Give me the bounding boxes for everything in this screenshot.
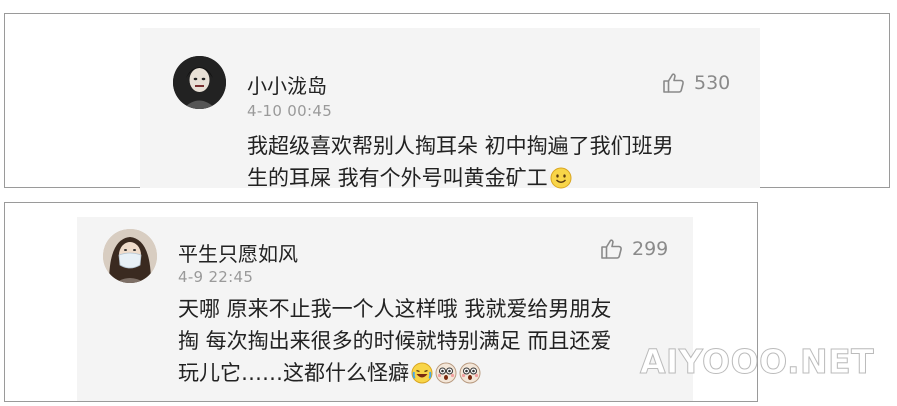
- like-button[interactable]: 299: [600, 237, 668, 261]
- comment-line-text: 玩儿它……这都什么怪癖: [178, 361, 409, 385]
- shocked-face-emoji: [459, 361, 481, 393]
- laugh-cry-emoji: [411, 361, 433, 393]
- comment-text: 我超级喜欢帮别人掏耳朵 初中掏遍了我们班男 生的耳屎 我有个外号叫黄金矿工: [247, 130, 674, 198]
- comment-line: 天哪 原来不止我一个人这样哦 我就爱给男朋友: [178, 297, 612, 321]
- like-count: 299: [632, 238, 669, 260]
- shocked-face-emoji: [435, 361, 457, 393]
- comment-card-1: 小小泷岛 4-10 00:45 530 我超级喜欢帮别人掏耳朵 初中掏遍了我们班…: [140, 28, 760, 190]
- watermark: AIYOOO.NET: [639, 342, 875, 382]
- username[interactable]: 平生只愿如风: [178, 238, 298, 267]
- timestamp: 4-9 22:45: [178, 268, 254, 286]
- comment-line-with-emoji: 玩儿它……这都什么怪癖: [178, 357, 611, 393]
- smile-emoji: [550, 166, 572, 198]
- avatar[interactable]: [103, 229, 157, 283]
- like-button[interactable]: 530: [662, 71, 730, 95]
- thumb-up-icon: [601, 239, 622, 259]
- comment-line-text: 生的耳屎 我有个外号叫黄金矿工: [247, 166, 548, 190]
- comment-line: 我超级喜欢帮别人掏耳朵 初中掏遍了我们班男: [247, 134, 674, 158]
- like-count: 530: [694, 72, 731, 94]
- comment-text: 天哪 原来不止我一个人这样哦 我就爱给男朋友 掏 每次掏出来很多的时候就特别满足…: [178, 293, 611, 393]
- comment-line-with-emoji: 生的耳屎 我有个外号叫黄金矿工: [247, 162, 674, 198]
- comment-frame-1: 小小泷岛 4-10 00:45 530 我超级喜欢帮别人掏耳朵 初中掏遍了我们班…: [4, 13, 890, 190]
- timestamp: 4-10 00:45: [247, 102, 333, 120]
- username[interactable]: 小小泷岛: [247, 70, 327, 99]
- comment-card-2: 平生只愿如风 4-9 22:45 299 天哪 原来不止我一个人这样哦 我就爱给…: [77, 217, 693, 401]
- avatar[interactable]: [173, 56, 226, 109]
- comment-line: 掏 每次掏出来很多的时候就特别满足 而且还爱: [178, 329, 612, 353]
- thumb-up-icon: [663, 73, 684, 93]
